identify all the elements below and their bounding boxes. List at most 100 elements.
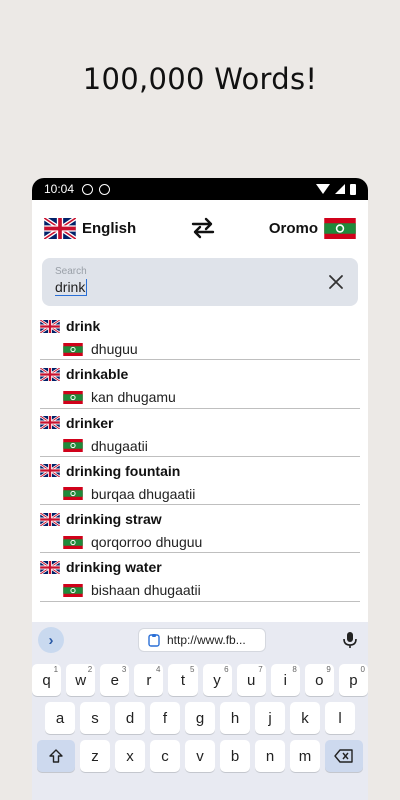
key-label: a [55,709,65,727]
key-g[interactable]: g [185,702,215,734]
target-language-label: Oromo [268,219,318,237]
key-d[interactable]: d [115,702,145,734]
key-label: s [91,709,99,727]
phone-screen: 10:04 English Oromo Search drink drink d… [32,178,368,800]
key-h[interactable]: h [220,702,250,734]
oromo-flag-icon [63,390,83,404]
key-label: p [349,671,358,689]
uk-flag-icon [40,319,60,333]
target-language-selector[interactable]: Oromo [268,217,356,239]
promo-headline: 100,000 Words! [82,62,318,96]
search-placeholder: Search [55,266,87,277]
key-w[interactable]: w2 [66,664,96,696]
uk-flag-icon [44,217,76,239]
key-l[interactable]: l [325,702,355,734]
key-f[interactable]: f [150,702,180,734]
search-input[interactable]: drink [55,279,88,296]
key-label: d [125,709,135,727]
status-app-icon [99,183,111,195]
source-language-selector[interactable]: English [44,217,137,239]
key-v[interactable]: v [185,740,215,772]
key-y[interactable]: y6 [202,664,232,696]
result-item[interactable]: drinking water bishaan dhugaatii [40,553,360,602]
key-hint: 9 [326,665,331,674]
status-notification-icon [82,183,94,195]
key-r[interactable]: r4 [134,664,164,696]
search-box[interactable]: Search drink [42,258,358,306]
battery-icon [350,183,356,195]
uk-flag-icon [40,464,60,478]
chevron-right-icon[interactable]: › [38,627,64,653]
result-item[interactable]: drinking fountain burqaa dhugaatii [40,457,360,506]
key-label: v [196,747,204,765]
close-icon[interactable] [324,270,348,294]
key-hint: 6 [224,665,229,674]
clipboard-suggestion[interactable]: http://www.fb... [138,628,266,652]
key-label: h [230,709,240,727]
key-hint: 8 [292,665,297,674]
key-k[interactable]: k [290,702,320,734]
key-x[interactable]: x [115,740,145,772]
result-oromo-word: dhugaatii [91,437,148,454]
status-bar: 10:04 [32,178,368,200]
result-english: drink [40,318,100,334]
result-english: drinkable [40,366,128,382]
key-j[interactable]: j [255,702,285,734]
key-p[interactable]: p0 [338,664,368,696]
result-english-word: drinkable [66,366,129,383]
mic-icon[interactable] [340,630,360,650]
key-label: u [246,671,256,689]
key-o[interactable]: o9 [304,664,334,696]
key-c[interactable]: c [150,740,180,772]
oromo-flag-icon [63,535,83,549]
status-time: 10:04 [44,182,75,196]
result-oromo-word: kan dhugamu [91,389,176,406]
uk-flag-icon [40,367,60,381]
result-item[interactable]: drinkable kan dhugamu [40,360,360,409]
key-label: g [195,709,205,727]
keyboard-row-1: q1w2e3r4t5y6u7i8o9p0 [32,664,368,696]
result-oromo: dhuguu [63,341,138,357]
key-m[interactable]: m [290,740,320,772]
key-a[interactable]: a [45,702,75,734]
result-oromo-word: qorqorroo dhuguu [91,534,203,551]
key-hint: 4 [155,665,161,674]
key-b[interactable]: b [220,740,250,772]
clipboard-url: http://www.fb... [167,633,246,647]
shift-icon[interactable] [37,740,75,772]
clipboard-icon [148,634,160,647]
swap-arrows-icon[interactable] [190,217,216,239]
signal-icon [335,184,345,194]
key-label: n [265,747,275,765]
key-label: w [75,671,87,689]
key-z[interactable]: z [80,740,110,772]
key-s[interactable]: s [80,702,110,734]
key-n[interactable]: n [255,740,285,772]
key-u[interactable]: u7 [236,664,266,696]
result-item[interactable]: drink dhuguu [40,312,360,361]
result-english-word: drink [66,318,101,334]
uk-flag-icon [40,560,60,574]
result-english-word: drinking water [66,559,162,576]
result-english-word: drinking fountain [66,462,181,479]
soft-keyboard: › http://www.fb... q1w2e3r4t5y6u7i8o9p0 … [32,622,368,800]
keyboard-toolbar: › http://www.fb... [32,622,368,658]
key-hint: 1 [53,665,59,674]
key-label: t [180,671,186,689]
keyboard-row-2: a s dfg hjkl [32,702,368,734]
key-i[interactable]: i8 [270,664,300,696]
result-oromo: qorqorroo dhuguu [63,534,202,550]
language-bar: English Oromo [32,200,368,256]
backspace-icon[interactable] [325,740,363,772]
result-oromo: dhugaatii [63,438,148,454]
result-oromo: bishaan dhugaatii [63,582,201,598]
result-english: drinking fountain [40,463,180,479]
source-language-label: English [82,219,137,237]
key-t[interactable]: t5 [168,664,198,696]
key-q[interactable]: q1 [32,664,62,696]
result-item[interactable]: drinking straw qorqorroo dhuguu [40,505,360,554]
key-e[interactable]: e3 [100,664,130,696]
keyboard-row-3: zxcvbnm [32,740,368,772]
result-item[interactable]: drinker dhugaatii [40,409,360,457]
key-label: x [126,747,134,765]
